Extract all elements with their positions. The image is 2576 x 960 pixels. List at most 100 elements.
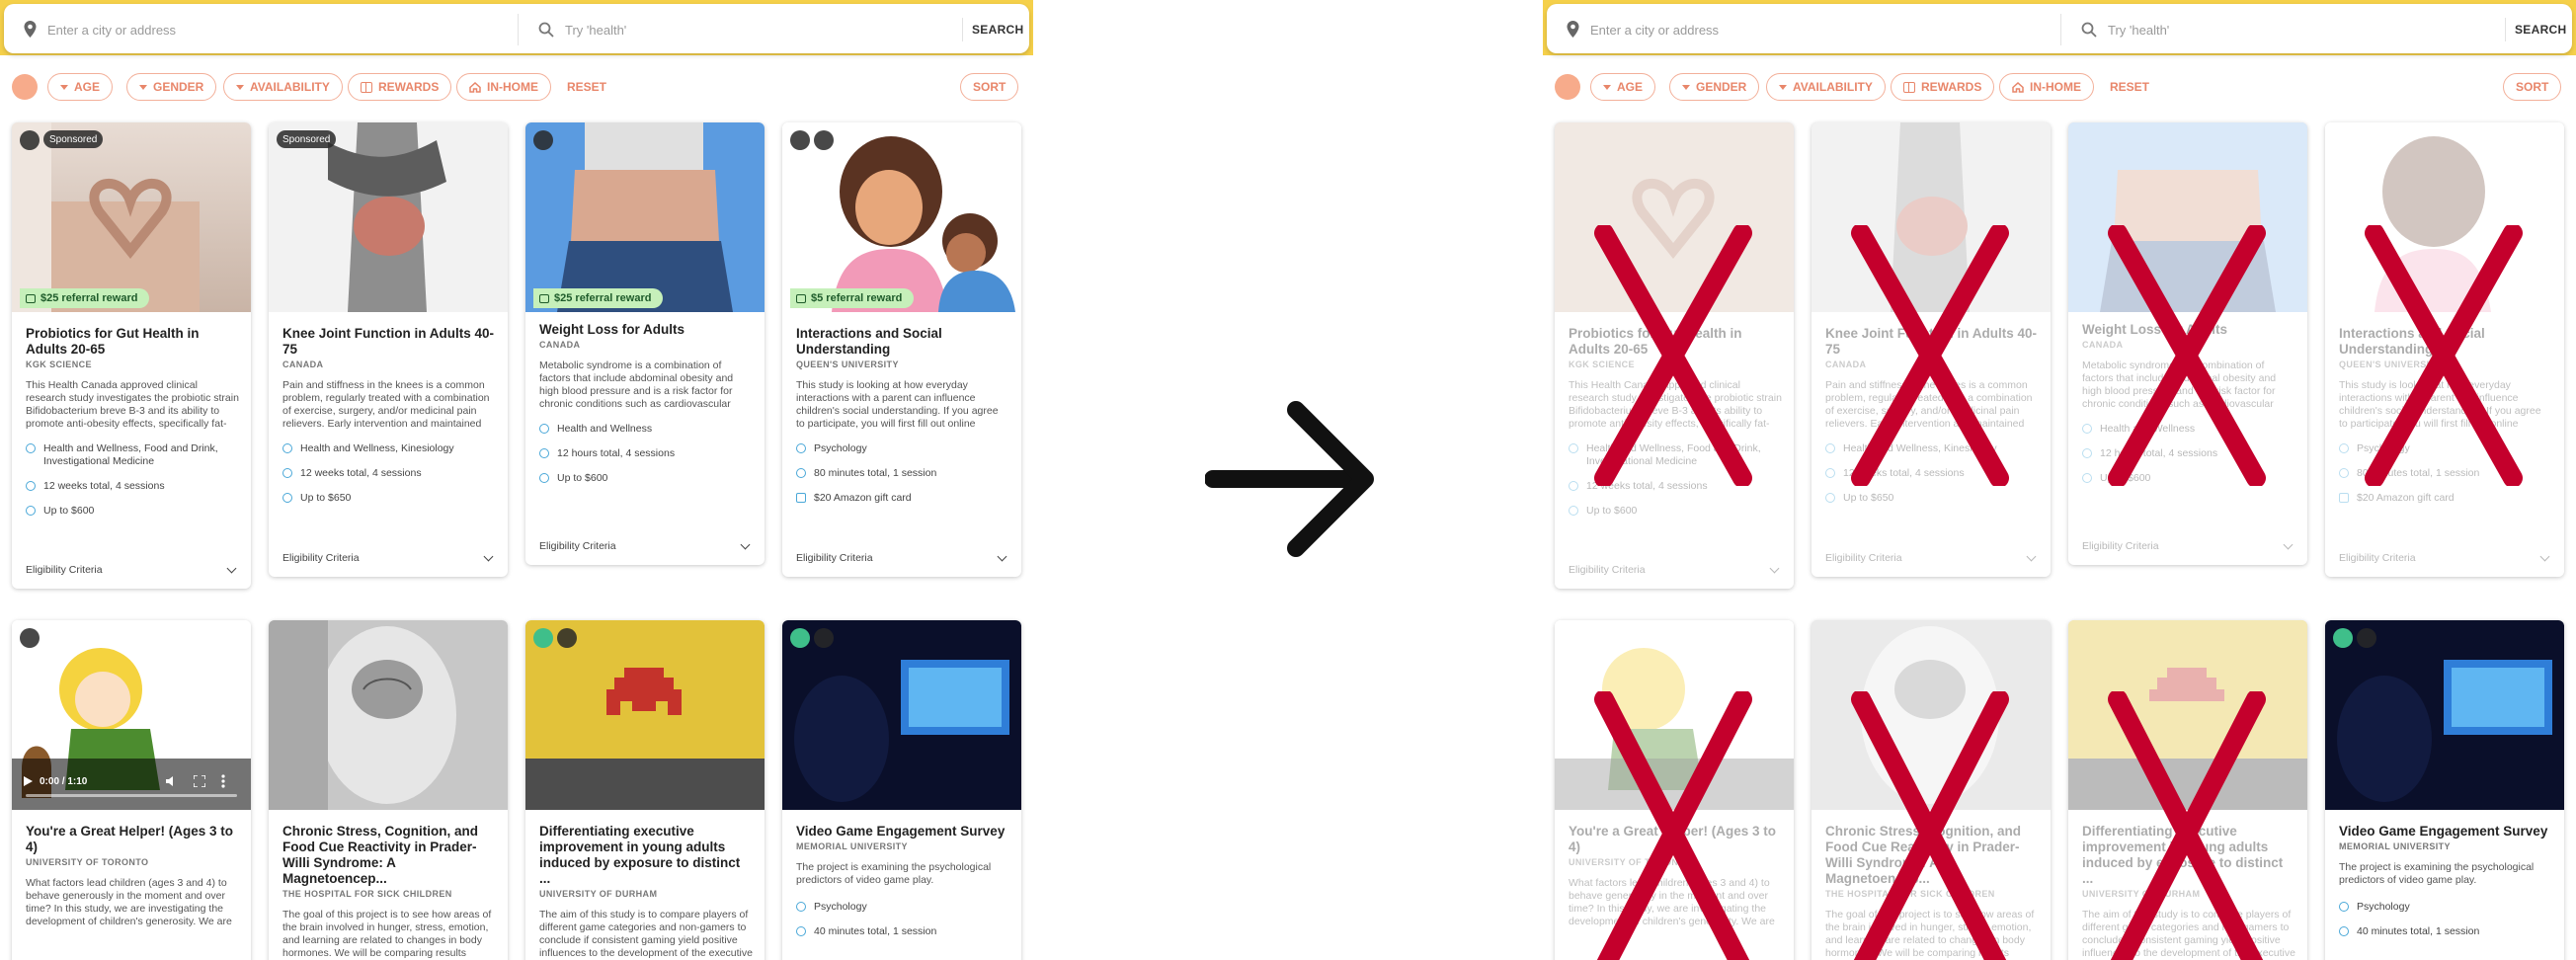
share-icon[interactable] [814, 130, 834, 150]
category-icon [2339, 902, 2349, 912]
study-card-social-understanding[interactable]: $5 referral reward Interactions and Soci… [782, 122, 1021, 577]
card-description: The aim of this study is to compare play… [539, 909, 753, 959]
search-header: SEARCH [0, 0, 1033, 55]
comparison-stage: SEARCH AGE GENDER AVAILABILITY REWARDS I… [0, 0, 2576, 960]
card-title[interactable]: Probiotics for Gut Health in Adults 20-6… [26, 326, 239, 358]
card-institution: UNIVERSITY OF DURHAM [539, 889, 658, 899]
study-card-great-helper[interactable]: 0:00 / 1:10 You're a Great Helper! (Ages… [12, 620, 251, 960]
card-description: The project is examining the psychologic… [796, 861, 992, 886]
more-options-icon[interactable] [221, 774, 225, 788]
search-divider [518, 14, 519, 45]
card-institution: QUEEN'S UNIVERSITY [796, 360, 899, 369]
study-card-probiotics[interactable]: Sponsored $25 referral reward Probiotics… [12, 122, 251, 589]
duration-text: 40 minutes total, 1 session [2357, 925, 2480, 937]
age-filter-label: AGE [74, 80, 101, 94]
gender-filter-chip[interactable]: GENDER [126, 73, 217, 101]
card-body: Probiotics for Gut Health in Adults 20-6… [26, 326, 239, 518]
eligibility-label: Eligibility Criteria [26, 564, 103, 576]
city-address-input[interactable] [47, 19, 502, 40]
category-text: Health and Wellness, Kinesiology [300, 442, 454, 454]
duration-row: 40 minutes total, 1 session [796, 925, 1009, 938]
search-button[interactable]: SEARCH [2515, 18, 2566, 41]
fullscreen-icon[interactable] [194, 775, 205, 787]
availability-filter-chip[interactable]: AVAILABILITY [223, 73, 343, 101]
study-card-video-game-survey[interactable]: Video Game Engagement Survey MEMORIAL UN… [2325, 620, 2564, 960]
age-filter-chip[interactable]: AGE [47, 73, 114, 101]
user-avatar-icon[interactable] [1555, 74, 1580, 100]
keyword-input[interactable] [2108, 19, 2503, 40]
study-card-video-game-survey[interactable]: Video Game Engagement Survey MEMORIAL UN… [782, 620, 1021, 960]
gender-filter-chip[interactable]: GENDER [1669, 73, 1760, 101]
city-address-input[interactable] [1590, 19, 2045, 40]
user-avatar-icon[interactable] [12, 74, 38, 100]
category-icon [796, 902, 806, 912]
filter-row: AGE GENDER AVAILABILITY REWARDS IN-HOME … [12, 73, 1029, 101]
verified-icon [533, 628, 553, 648]
study-card-knee[interactable]: Sponsored Knee Joint Function in Adults … [269, 122, 508, 577]
sort-button[interactable]: SORT [2503, 73, 2562, 101]
study-card-weight-loss[interactable]: $25 referral reward Weight Loss for Adul… [525, 122, 765, 565]
study-card-executive-improvement[interactable]: Differentiating executive improvement in… [525, 620, 765, 960]
reset-filters-link[interactable]: RESET [567, 80, 606, 94]
duration-row: 40 minutes total, 1 session [2339, 925, 2552, 938]
clock-icon [2339, 926, 2349, 936]
play-icon[interactable] [24, 776, 33, 786]
card-title[interactable]: Video Game Engagement Survey [796, 824, 1009, 840]
study-card-chronic-stress[interactable]: Chronic Stress, Cognition, and Food Cue … [269, 620, 508, 960]
chevron-down-icon [1603, 84, 1611, 90]
eligibility-toggle[interactable]: Eligibility Criteria [26, 563, 239, 577]
compensation-row: Up to $600 [539, 472, 753, 485]
study-image [782, 620, 1021, 810]
category-icon [539, 424, 549, 434]
sort-button[interactable]: SORT [960, 73, 1019, 101]
clock-icon [539, 448, 549, 458]
share-icon[interactable] [533, 130, 553, 150]
location-pin-icon [24, 21, 37, 38]
gift-icon [361, 81, 372, 93]
reward-text: $5 referral reward [811, 292, 903, 304]
eligibility-toggle[interactable]: Eligibility Criteria [282, 551, 496, 565]
card-title[interactable]: Chronic Stress, Cognition, and Food Cue … [282, 824, 496, 887]
rewards-filter-chip[interactable]: REWARDS [348, 73, 452, 101]
verified-icon [2333, 628, 2353, 648]
eligibility-label: Eligibility Criteria [796, 552, 873, 564]
video-progress-track[interactable] [26, 794, 237, 797]
age-filter-chip[interactable]: AGE [1590, 73, 1656, 101]
rewards-filter-chip[interactable]: REWARDS [1891, 73, 1995, 101]
in-home-filter-chip[interactable]: IN-HOME [1999, 73, 2094, 101]
availability-filter-chip[interactable]: AVAILABILITY [1766, 73, 1886, 101]
card-title[interactable]: Video Game Engagement Survey [2339, 824, 2552, 840]
card-title[interactable]: Interactions and Social Understanding [796, 326, 1009, 358]
card-title[interactable]: Differentiating executive improvement in… [539, 824, 753, 887]
keyword-input[interactable] [565, 19, 960, 40]
home-icon [469, 81, 481, 93]
chevron-down-icon [1779, 84, 1787, 90]
card-institution: THE HOSPITAL FOR SICK CHILDREN [282, 889, 452, 899]
reset-filters-link[interactable]: RESET [2110, 80, 2149, 94]
share-icon[interactable] [20, 130, 40, 150]
excluded-x-icon [1851, 225, 2009, 486]
in-home-filter-label: IN-HOME [487, 80, 538, 94]
card-description: Pain and stiffness in the knees is a com… [282, 379, 490, 430]
volume-icon[interactable] [166, 775, 178, 787]
gift-icon [796, 293, 806, 303]
study-image [269, 620, 508, 810]
card-title[interactable]: Weight Loss for Adults [539, 322, 753, 338]
card-title[interactable]: You're a Great Helper! (Ages 3 to 4) [26, 824, 239, 855]
sponsored-badge: Sponsored [43, 130, 104, 148]
card-institution: MEMORIAL UNIVERSITY [796, 841, 908, 851]
card-body: Knee Joint Function in Adults 40-75 CANA… [282, 326, 496, 505]
compensation-row: Up to $650 [282, 492, 496, 505]
compensation-row: Up to $600 [26, 505, 239, 518]
search-button[interactable]: SEARCH [972, 18, 1023, 41]
eligibility-toggle[interactable]: Eligibility Criteria [796, 551, 1009, 565]
in-home-filter-chip[interactable]: IN-HOME [456, 73, 551, 101]
sponsored-badge: Sponsored [277, 130, 337, 148]
eligibility-toggle[interactable]: Eligibility Criteria [539, 539, 753, 553]
gift-icon [1903, 81, 1915, 93]
study-image [525, 620, 765, 810]
compensation-text: $20 Amazon gift card [814, 492, 912, 504]
card-title[interactable]: Knee Joint Function in Adults 40-75 [282, 326, 496, 358]
availability-filter-label: AVAILABILITY [250, 80, 330, 94]
card-description: This Health Canada approved clinical res… [26, 379, 239, 430]
